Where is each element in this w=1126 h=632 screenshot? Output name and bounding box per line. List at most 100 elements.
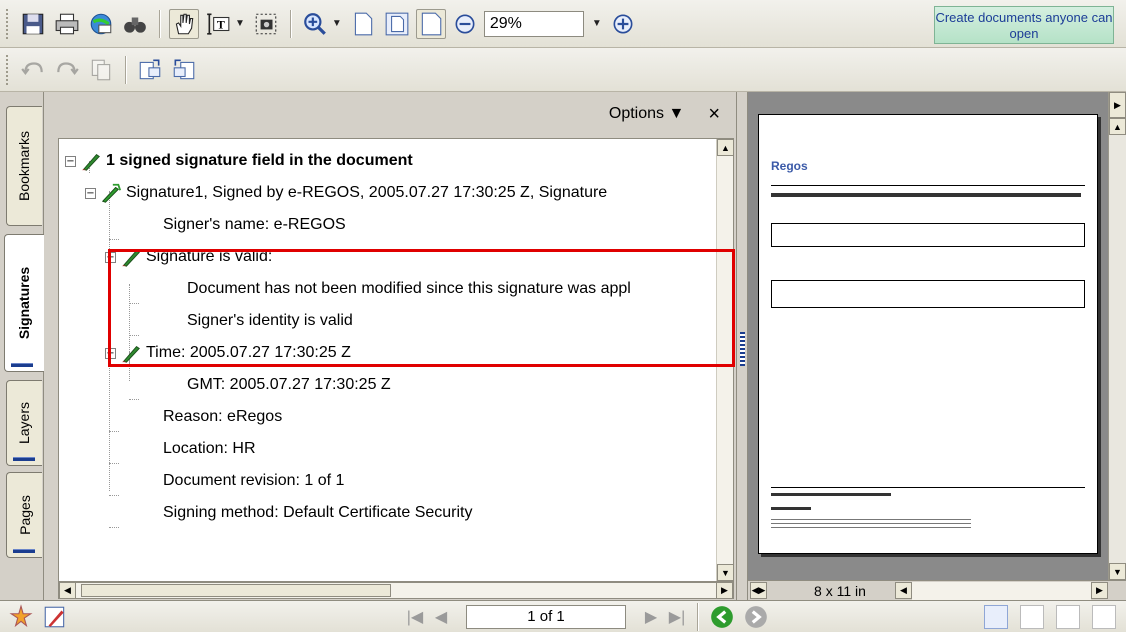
tab-bookmarks-label: Bookmarks bbox=[16, 130, 33, 202]
single-page-layout-button[interactable] bbox=[984, 604, 1008, 629]
snapshot-button[interactable] bbox=[251, 9, 281, 39]
rotate-clockwise-button[interactable] bbox=[135, 55, 165, 85]
signature-status-button[interactable] bbox=[40, 602, 70, 632]
fit-page-button[interactable] bbox=[382, 9, 412, 39]
continuous-layout-button[interactable] bbox=[1020, 604, 1044, 629]
scroll-right-button[interactable]: ▶ bbox=[716, 582, 733, 599]
tree-item-validity[interactable]: − Signature is valid: bbox=[105, 241, 272, 273]
actual-size-icon bbox=[354, 12, 373, 35]
toolbar-grip[interactable] bbox=[6, 8, 10, 39]
status-bar: |◀ ◀ 1 of 1 ▶ ▶| bbox=[0, 600, 1126, 632]
facing-layout-button[interactable] bbox=[1056, 604, 1080, 629]
validity-label: Signature is valid: bbox=[146, 248, 273, 265]
toolbar-grip[interactable] bbox=[6, 54, 10, 85]
signature-pen-icon bbox=[81, 153, 100, 171]
fit-width-icon bbox=[421, 12, 442, 35]
document-bottom-bar: ◀▶ 8 x 11 in ◀ ▶ bbox=[748, 580, 1126, 600]
signer-name-label: Signer's name: e-REGOS bbox=[163, 216, 346, 233]
actual-size-button[interactable] bbox=[348, 9, 378, 39]
tree-item-gmt[interactable]: GMT: 2005.07.27 17:30:25 Z bbox=[187, 369, 391, 401]
select-text-icon: T bbox=[207, 12, 230, 35]
go-forward-button[interactable] bbox=[741, 602, 771, 632]
tab-active-indicator bbox=[11, 363, 33, 367]
tab-pages[interactable]: Pages bbox=[6, 472, 42, 558]
tree-item-root[interactable]: − 1 signed signature field in the docume… bbox=[65, 145, 413, 177]
tree-item-method[interactable]: Signing method: Default Certificate Secu… bbox=[163, 497, 472, 529]
hand-tool-icon bbox=[175, 13, 194, 34]
scroll-left-button[interactable]: ◀ bbox=[59, 582, 76, 599]
splitter-grip[interactable] bbox=[740, 332, 745, 366]
not-modified-label: Document has not been modified since thi… bbox=[187, 280, 631, 297]
rotate-clockwise-icon bbox=[139, 58, 161, 79]
scroll-right-page-button[interactable]: ▶ bbox=[1109, 92, 1126, 118]
save-button[interactable] bbox=[18, 9, 48, 39]
tree-item-time[interactable]: − Time: 2005.07.27 17:30:25 Z bbox=[105, 337, 351, 369]
tab-signatures[interactable]: Signatures bbox=[4, 234, 44, 372]
document-view[interactable]: Regos ▶ ▲ ▼ ◀▶ 8 x 11 in ◀ ▶ bbox=[748, 92, 1126, 600]
tree-item-location[interactable]: Location: HR bbox=[163, 433, 256, 465]
select-text-button[interactable]: T bbox=[203, 9, 233, 39]
scroll-down-button[interactable]: ▼ bbox=[717, 564, 733, 581]
horizontal-scroll-track[interactable] bbox=[912, 581, 1091, 600]
options-menu-button[interactable]: Options ▼ bbox=[609, 105, 684, 123]
scroll-down-button[interactable]: ▼ bbox=[1109, 563, 1126, 580]
zoom-level-dropdown-arrow[interactable]: ▼ bbox=[592, 18, 602, 29]
tree-horizontal-scrollbar[interactable]: ◀ ▶ bbox=[58, 582, 734, 599]
create-documents-promo-button[interactable]: Create documents anyone can open bbox=[934, 6, 1114, 44]
time-label: Time: 2005.07.27 17:30:25 Z bbox=[146, 344, 351, 361]
select-tool-dropdown-arrow[interactable]: ▼ bbox=[235, 18, 245, 29]
tree-vertical-scrollbar[interactable]: ▲ ▼ bbox=[716, 139, 733, 581]
document-vertical-scrollbar[interactable]: ▶ ▲ ▼ bbox=[1108, 92, 1126, 580]
redo-button[interactable] bbox=[52, 55, 82, 85]
scroll-up-button[interactable]: ▲ bbox=[717, 139, 733, 156]
fit-width-button[interactable] bbox=[415, 8, 446, 39]
tree-item-not-modified[interactable]: Document has not been modified since thi… bbox=[187, 273, 631, 305]
next-page-button[interactable]: ▶ bbox=[638, 604, 664, 630]
tree-item-identity-valid[interactable]: Signer's identity is valid bbox=[187, 305, 353, 337]
main-toolbar: T ▼ ▼ 29% ▼ Create documents anyone can … bbox=[0, 0, 1126, 48]
scroll-right-button[interactable]: ▶ bbox=[1091, 582, 1108, 599]
collapse-toggle[interactable]: − bbox=[85, 187, 96, 199]
collapse-toggle[interactable]: − bbox=[105, 251, 116, 263]
email-button[interactable] bbox=[86, 9, 116, 39]
zoom-out-button[interactable] bbox=[450, 9, 480, 39]
signature-valid-icon bbox=[101, 183, 122, 203]
tab-signatures-label: Signatures bbox=[16, 266, 33, 340]
zoom-plus-button[interactable] bbox=[608, 9, 638, 39]
continuous-facing-layout-button[interactable] bbox=[1092, 604, 1116, 629]
last-page-button[interactable]: ▶| bbox=[664, 604, 690, 630]
undo-button[interactable] bbox=[18, 55, 48, 85]
signature-pen-icon bbox=[121, 249, 140, 267]
copy-button[interactable] bbox=[86, 55, 116, 85]
scroll-up-button[interactable]: ▲ bbox=[1109, 118, 1126, 135]
collapse-toggle[interactable]: − bbox=[65, 155, 76, 167]
collapse-toggle[interactable]: − bbox=[105, 347, 116, 359]
close-panel-button[interactable]: × bbox=[708, 103, 720, 126]
zoom-in-tool-button[interactable] bbox=[300, 9, 330, 39]
tab-layers[interactable]: Layers bbox=[6, 380, 42, 466]
tree-item-signature1[interactable]: − Signature1, Signed by e-REGOS, 2005.07… bbox=[85, 177, 607, 209]
page-size-toggle[interactable]: ◀▶ bbox=[750, 582, 767, 599]
tree-item-signer-name[interactable]: Signer's name: e-REGOS bbox=[163, 209, 346, 241]
go-back-button[interactable] bbox=[707, 602, 737, 632]
search-button[interactable] bbox=[120, 9, 150, 39]
snapshot-icon bbox=[255, 13, 277, 34]
print-button[interactable] bbox=[52, 9, 82, 39]
horizontal-scroll-thumb[interactable] bbox=[81, 584, 391, 597]
rotate-counterclockwise-button[interactable] bbox=[169, 55, 199, 85]
first-page-button[interactable]: |◀ bbox=[402, 604, 428, 630]
tab-bookmarks[interactable]: Bookmarks bbox=[6, 106, 42, 226]
tree-item-reason[interactable]: Reason: eRegos bbox=[163, 401, 282, 433]
scroll-left-button[interactable]: ◀ bbox=[895, 582, 912, 599]
previous-page-button[interactable]: ◀ bbox=[428, 604, 454, 630]
tree-item-revision[interactable]: Document revision: 1 of 1 bbox=[163, 465, 344, 497]
forward-arrow-icon bbox=[745, 605, 767, 628]
signature-label: Signature1, Signed by e-REGOS, 2005.07.2… bbox=[126, 184, 608, 201]
hand-tool-button[interactable] bbox=[169, 8, 199, 39]
panel-splitter[interactable] bbox=[736, 92, 748, 600]
zoom-level-input[interactable]: 29% bbox=[483, 10, 584, 37]
page-number-input[interactable]: 1 of 1 bbox=[466, 604, 626, 629]
zoom-tool-dropdown-arrow[interactable]: ▼ bbox=[332, 18, 342, 29]
tab-indicator bbox=[13, 549, 35, 553]
pin-button[interactable] bbox=[6, 602, 36, 632]
